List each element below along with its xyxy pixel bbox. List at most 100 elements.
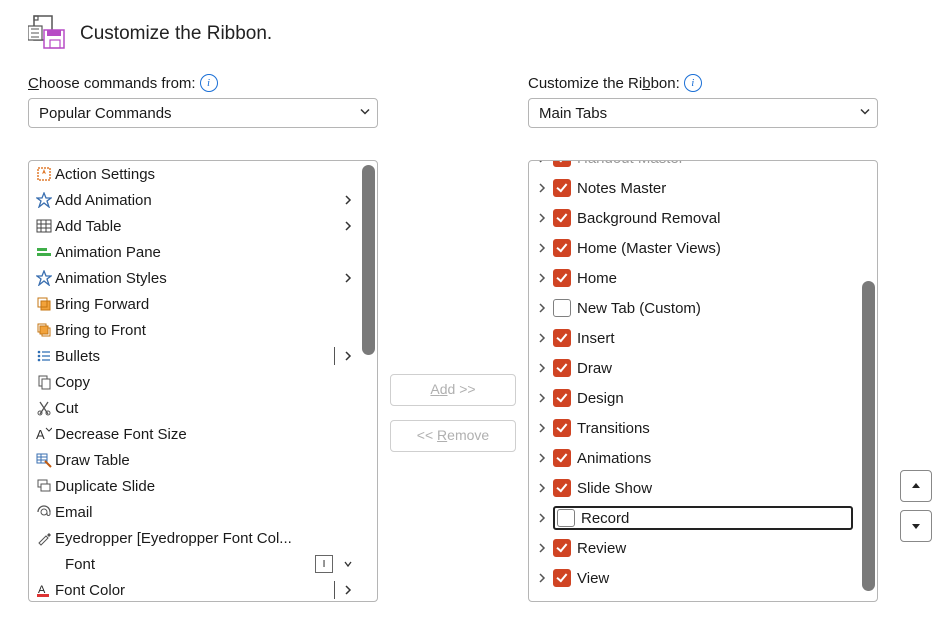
tab-item[interactable]: View bbox=[529, 563, 861, 593]
expand-chevron-icon[interactable] bbox=[535, 213, 549, 223]
command-item[interactable]: Bullets bbox=[29, 343, 361, 369]
eyedropper-icon bbox=[35, 529, 53, 547]
tab-item[interactable]: Design bbox=[529, 383, 861, 413]
expand-chevron-icon[interactable] bbox=[535, 513, 549, 523]
tab-item[interactable]: Animations bbox=[529, 443, 861, 473]
command-item[interactable]: Bring to Front bbox=[29, 317, 361, 343]
expand-chevron-icon[interactable] bbox=[535, 573, 549, 583]
tab-item[interactable]: Notes Master bbox=[529, 173, 861, 203]
command-label: Animation Pane bbox=[55, 244, 361, 261]
command-label: Font bbox=[65, 556, 313, 573]
command-label: Copy bbox=[55, 374, 361, 391]
ribbon-customize-icon bbox=[28, 12, 68, 56]
command-item[interactable]: Animation Styles bbox=[29, 265, 361, 291]
command-item[interactable]: Animation Pane bbox=[29, 239, 361, 265]
expand-chevron-icon[interactable] bbox=[535, 160, 549, 163]
expand-chevron-icon[interactable] bbox=[535, 423, 549, 433]
command-item[interactable]: FontI bbox=[29, 551, 361, 577]
customize-ribbon-combo[interactable]: Main Tabs bbox=[528, 98, 878, 128]
command-label: Duplicate Slide bbox=[55, 478, 361, 495]
tab-item[interactable]: Draw bbox=[529, 353, 861, 383]
tab-item[interactable]: Slide Show bbox=[529, 473, 861, 503]
command-item[interactable]: Cut bbox=[29, 395, 361, 421]
tab-checkbox[interactable] bbox=[553, 449, 571, 467]
expand-chevron-icon[interactable] bbox=[535, 273, 549, 283]
expand-chevron-icon[interactable] bbox=[535, 543, 549, 553]
tab-item[interactable]: Background Removal bbox=[529, 203, 861, 233]
tab-checkbox[interactable] bbox=[553, 539, 571, 557]
animation-styles-icon bbox=[35, 269, 53, 287]
command-item[interactable]: Duplicate Slide bbox=[29, 473, 361, 499]
tab-checkbox[interactable] bbox=[557, 509, 575, 527]
move-down-button[interactable] bbox=[900, 510, 932, 542]
expand-chevron-icon[interactable] bbox=[535, 393, 549, 403]
tab-checkbox[interactable] bbox=[553, 419, 571, 437]
tab-item[interactable]: Home (Master Views) bbox=[529, 233, 861, 263]
transfer-buttons: Add >> << Remove bbox=[396, 74, 510, 452]
command-item[interactable]: Email bbox=[29, 499, 361, 525]
tab-item[interactable]: Insert bbox=[529, 323, 861, 353]
command-item[interactable]: Add Table bbox=[29, 213, 361, 239]
command-item[interactable]: AFont Color bbox=[29, 577, 361, 602]
expand-chevron-icon[interactable] bbox=[535, 483, 549, 493]
expand-chevron-icon[interactable] bbox=[535, 333, 549, 343]
font-color-icon: A bbox=[35, 581, 53, 599]
copy-icon bbox=[35, 373, 53, 391]
command-item[interactable]: ADecrease Font Size bbox=[29, 421, 361, 447]
info-icon[interactable]: i bbox=[200, 74, 218, 92]
command-item[interactable]: Eyedropper [Eyedropper Font Col... bbox=[29, 525, 361, 551]
tabs-listbox[interactable]: Handout MasterNotes MasterBackground Rem… bbox=[528, 160, 878, 602]
tab-item[interactable]: Home bbox=[529, 263, 861, 293]
command-label: Action Settings bbox=[55, 166, 361, 183]
expand-chevron-icon[interactable] bbox=[535, 243, 549, 253]
tab-checkbox[interactable] bbox=[553, 239, 571, 257]
bring-front-icon bbox=[35, 321, 53, 339]
tab-checkbox[interactable] bbox=[553, 389, 571, 407]
scrollbar-thumb[interactable] bbox=[362, 165, 375, 355]
command-label: Animation Styles bbox=[55, 270, 337, 287]
tab-checkbox[interactable] bbox=[553, 160, 571, 167]
command-item[interactable]: Add Animation bbox=[29, 187, 361, 213]
tab-item[interactable]: New Tab (Custom) bbox=[529, 293, 861, 323]
command-item[interactable]: Draw Table bbox=[29, 447, 361, 473]
commands-listbox[interactable]: Action Settings Add Animation Add Table Ani… bbox=[28, 160, 378, 602]
tab-item[interactable]: Transitions bbox=[529, 413, 861, 443]
tab-item[interactable]: Record bbox=[529, 503, 861, 533]
scrollbar-thumb[interactable] bbox=[862, 281, 875, 591]
choose-commands-panel: Choose commands from: i Popular Commands… bbox=[28, 74, 378, 602]
tab-label: Transitions bbox=[575, 420, 650, 437]
tab-checkbox[interactable] bbox=[553, 329, 571, 347]
command-label: Bring Forward bbox=[55, 296, 361, 313]
tab-checkbox[interactable] bbox=[553, 269, 571, 287]
tab-label: Slide Show bbox=[575, 480, 652, 497]
tab-checkbox[interactable] bbox=[553, 299, 571, 317]
submenu-chevron-icon bbox=[339, 191, 357, 209]
tab-checkbox[interactable] bbox=[553, 479, 571, 497]
add-button[interactable]: Add >> bbox=[390, 374, 516, 406]
command-item[interactable]: Action Settings bbox=[29, 161, 361, 187]
tab-label: Home (Master Views) bbox=[575, 240, 721, 257]
tab-checkbox[interactable] bbox=[553, 569, 571, 587]
command-item[interactable]: Bring Forward bbox=[29, 291, 361, 317]
command-label: Add Table bbox=[55, 218, 337, 235]
draw-table-icon bbox=[35, 451, 53, 469]
customize-ribbon-label: Customize the Ribbon: bbox=[528, 75, 680, 92]
chevron-down-icon bbox=[359, 105, 371, 122]
tab-item[interactable]: Handout Master bbox=[529, 160, 861, 173]
info-icon[interactable]: i bbox=[684, 74, 702, 92]
expand-chevron-icon[interactable] bbox=[535, 363, 549, 373]
tab-item[interactable]: Review bbox=[529, 533, 861, 563]
expand-chevron-icon[interactable] bbox=[535, 303, 549, 313]
tab-checkbox[interactable] bbox=[553, 179, 571, 197]
tab-label: View bbox=[575, 570, 609, 587]
expand-chevron-icon[interactable] bbox=[535, 453, 549, 463]
remove-button[interactable]: << Remove bbox=[390, 420, 516, 452]
choose-commands-combo[interactable]: Popular Commands bbox=[28, 98, 378, 128]
bring-forward-icon bbox=[35, 295, 53, 313]
tab-checkbox[interactable] bbox=[553, 359, 571, 377]
expand-chevron-icon[interactable] bbox=[535, 183, 549, 193]
command-label: Add Animation bbox=[55, 192, 337, 209]
command-item[interactable]: Copy bbox=[29, 369, 361, 395]
move-up-button[interactable] bbox=[900, 470, 932, 502]
tab-checkbox[interactable] bbox=[553, 209, 571, 227]
